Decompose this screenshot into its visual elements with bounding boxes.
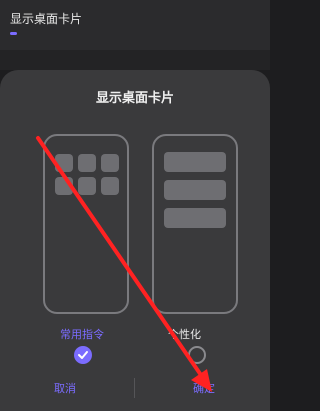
- page-title: 显示桌面卡片: [10, 12, 83, 26]
- grid-preview: [55, 154, 119, 195]
- option-label-common[interactable]: 常用指令: [60, 326, 104, 342]
- dialog-title: 显示桌面卡片: [95, 91, 174, 106]
- unselected-radio-icon[interactable]: [188, 346, 206, 364]
- top-bar: 显示桌面卡片: [0, 0, 270, 50]
- grid-tile: [101, 177, 119, 195]
- grid-tile: [55, 177, 73, 195]
- option-preview-list[interactable]: [152, 134, 238, 314]
- option-label-personal[interactable]: 个性化: [168, 326, 201, 342]
- grid-tile: [78, 154, 96, 172]
- grid-tile: [55, 154, 73, 172]
- button-divider: [134, 378, 135, 398]
- dim-overlay: [0, 50, 270, 70]
- cancel-button[interactable]: 取消: [54, 380, 76, 396]
- confirm-button[interactable]: 确定: [193, 380, 215, 396]
- back-icon[interactable]: [10, 32, 17, 35]
- selected-check-icon[interactable]: [74, 346, 92, 364]
- grid-tile: [101, 154, 119, 172]
- grid-tile: [78, 177, 96, 195]
- card-bar: [164, 152, 226, 172]
- option-preview-grid[interactable]: [43, 134, 129, 314]
- card-bar: [164, 208, 226, 228]
- desktop-card-dialog: 显示桌面卡片 常用指令 个性化 取消 确定: [0, 70, 270, 411]
- card-bar: [164, 180, 226, 200]
